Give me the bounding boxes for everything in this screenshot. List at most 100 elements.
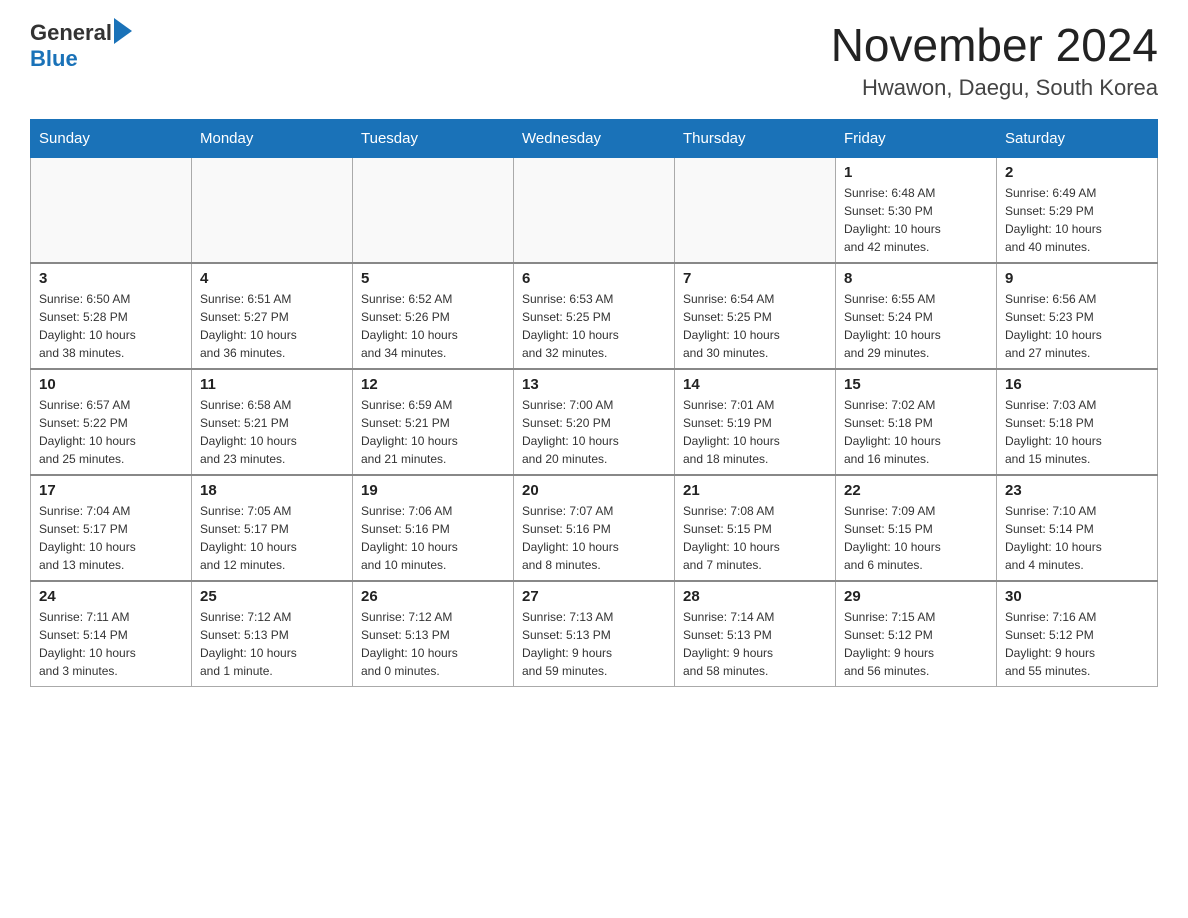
day-number: 3 <box>39 270 183 287</box>
calendar-cell <box>353 157 514 263</box>
day-info: Sunrise: 7:14 AM Sunset: 5:13 PM Dayligh… <box>683 608 827 680</box>
day-number: 15 <box>844 376 988 393</box>
day-number: 23 <box>1005 482 1149 499</box>
calendar-cell: 21 Sunrise: 7:08 AM Sunset: 5:15 PM Dayli… <box>675 475 836 581</box>
calendar-cell: 29Sunrise: 7:15 AM Sunset: 5:12 PM Dayli… <box>836 581 997 687</box>
day-info: Sunrise: 7:12 AM Sunset: 5:13 PM Dayligh… <box>200 608 344 680</box>
day-number: 12 <box>361 376 505 393</box>
day-info: Sunrise: 6:58 AM Sunset: 5:21 PM Dayligh… <box>200 396 344 468</box>
calendar-cell: 4 Sunrise: 6:51 AM Sunset: 5:27 PM Daylig… <box>192 263 353 369</box>
day-number: 28 <box>683 588 827 605</box>
weekday-header-wednesday: Wednesday <box>514 119 675 157</box>
weekday-header-thursday: Thursday <box>675 119 836 157</box>
calendar-cell: 17 Sunrise: 7:04 AM Sunset: 5:17 PM Dayli… <box>31 475 192 581</box>
day-info: Sunrise: 6:52 AM Sunset: 5:26 PM Dayligh… <box>361 290 505 362</box>
calendar-cell: 3Sunrise: 6:50 AM Sunset: 5:28 PM Daylig… <box>31 263 192 369</box>
weekday-header-friday: Friday <box>836 119 997 157</box>
day-info: Sunrise: 7:10 AM Sunset: 5:14 PM Dayligh… <box>1005 502 1149 574</box>
calendar-cell: 12 Sunrise: 6:59 AM Sunset: 5:21 PM Dayli… <box>353 369 514 475</box>
day-info: Sunrise: 7:05 AM Sunset: 5:17 PM Dayligh… <box>200 502 344 574</box>
day-info: Sunrise: 6:56 AM Sunset: 5:23 PM Dayligh… <box>1005 290 1149 362</box>
calendar-cell: 14Sunrise: 7:01 AM Sunset: 5:19 PM Dayli… <box>675 369 836 475</box>
title-area: November 2024 Hwawon, Daegu, South Korea <box>831 20 1158 101</box>
day-number: 22 <box>844 482 988 499</box>
calendar-cell: 23 Sunrise: 7:10 AM Sunset: 5:14 PM Dayli… <box>997 475 1158 581</box>
calendar-cell: 13 Sunrise: 7:00 AM Sunset: 5:20 PM Dayli… <box>514 369 675 475</box>
week-row-5: 24 Sunrise: 7:11 AM Sunset: 5:14 PM Dayli… <box>31 581 1158 687</box>
day-info: Sunrise: 6:53 AM Sunset: 5:25 PM Dayligh… <box>522 290 666 362</box>
day-info: Sunrise: 6:57 AM Sunset: 5:22 PM Dayligh… <box>39 396 183 468</box>
day-number: 5 <box>361 270 505 287</box>
calendar-cell: 25 Sunrise: 7:12 AM Sunset: 5:13 PM Dayli… <box>192 581 353 687</box>
day-number: 13 <box>522 376 666 393</box>
day-number: 19 <box>361 482 505 499</box>
day-number: 27 <box>522 588 666 605</box>
calendar-cell: 15 Sunrise: 7:02 AM Sunset: 5:18 PM Dayli… <box>836 369 997 475</box>
weekday-header-tuesday: Tuesday <box>353 119 514 157</box>
calendar-cell: 7 Sunrise: 6:54 AM Sunset: 5:25 PM Daylig… <box>675 263 836 369</box>
week-row-1: 1 Sunrise: 6:48 AM Sunset: 5:30 PM Daylig… <box>31 157 1158 263</box>
calendar-cell: 19 Sunrise: 7:06 AM Sunset: 5:16 PM Dayli… <box>353 475 514 581</box>
day-number: 7 <box>683 270 827 287</box>
day-info: Sunrise: 7:04 AM Sunset: 5:17 PM Dayligh… <box>39 502 183 574</box>
weekday-header-sunday: Sunday <box>31 119 192 157</box>
calendar-cell <box>31 157 192 263</box>
day-number: 24 <box>39 588 183 605</box>
header: General Blue November 2024 Hwawon, Daegu… <box>30 20 1158 101</box>
calendar-cell: 30Sunrise: 7:16 AM Sunset: 5:12 PM Dayli… <box>997 581 1158 687</box>
day-info: Sunrise: 7:09 AM Sunset: 5:15 PM Dayligh… <box>844 502 988 574</box>
week-row-4: 17 Sunrise: 7:04 AM Sunset: 5:17 PM Dayli… <box>31 475 1158 581</box>
calendar-cell: 11 Sunrise: 6:58 AM Sunset: 5:21 PM Dayli… <box>192 369 353 475</box>
calendar-cell: 1 Sunrise: 6:48 AM Sunset: 5:30 PM Daylig… <box>836 157 997 263</box>
weekday-header-saturday: Saturday <box>997 119 1158 157</box>
day-number: 4 <box>200 270 344 287</box>
logo-flag-icon <box>114 18 132 44</box>
day-number: 30 <box>1005 588 1149 605</box>
calendar-title: November 2024 <box>831 20 1158 71</box>
logo-general-text: General <box>30 20 112 46</box>
day-info: Sunrise: 7:02 AM Sunset: 5:18 PM Dayligh… <box>844 396 988 468</box>
day-info: Sunrise: 7:06 AM Sunset: 5:16 PM Dayligh… <box>361 502 505 574</box>
day-info: Sunrise: 7:15 AM Sunset: 5:12 PM Dayligh… <box>844 608 988 680</box>
weekday-header-row: SundayMondayTuesdayWednesdayThursdayFrid… <box>31 119 1158 157</box>
day-info: Sunrise: 6:51 AM Sunset: 5:27 PM Dayligh… <box>200 290 344 362</box>
day-number: 17 <box>39 482 183 499</box>
day-info: Sunrise: 7:11 AM Sunset: 5:14 PM Dayligh… <box>39 608 183 680</box>
day-number: 25 <box>200 588 344 605</box>
calendar-cell: 26 Sunrise: 7:12 AM Sunset: 5:13 PM Dayli… <box>353 581 514 687</box>
calendar-cell: 20Sunrise: 7:07 AM Sunset: 5:16 PM Dayli… <box>514 475 675 581</box>
day-info: Sunrise: 7:12 AM Sunset: 5:13 PM Dayligh… <box>361 608 505 680</box>
day-info: Sunrise: 6:55 AM Sunset: 5:24 PM Dayligh… <box>844 290 988 362</box>
calendar-cell <box>192 157 353 263</box>
calendar-cell: 24 Sunrise: 7:11 AM Sunset: 5:14 PM Dayli… <box>31 581 192 687</box>
day-number: 21 <box>683 482 827 499</box>
day-number: 26 <box>361 588 505 605</box>
day-number: 8 <box>844 270 988 287</box>
day-number: 10 <box>39 376 183 393</box>
calendar-table: SundayMondayTuesdayWednesdayThursdayFrid… <box>30 119 1158 687</box>
calendar-cell: 16 Sunrise: 7:03 AM Sunset: 5:18 PM Dayli… <box>997 369 1158 475</box>
day-info: Sunrise: 7:08 AM Sunset: 5:15 PM Dayligh… <box>683 502 827 574</box>
day-info: Sunrise: 6:48 AM Sunset: 5:30 PM Dayligh… <box>844 184 988 256</box>
weekday-header-monday: Monday <box>192 119 353 157</box>
day-info: Sunrise: 7:00 AM Sunset: 5:20 PM Dayligh… <box>522 396 666 468</box>
day-number: 9 <box>1005 270 1149 287</box>
calendar-cell: 22 Sunrise: 7:09 AM Sunset: 5:15 PM Dayli… <box>836 475 997 581</box>
calendar-cell: 27Sunrise: 7:13 AM Sunset: 5:13 PM Dayli… <box>514 581 675 687</box>
calendar-cell <box>675 157 836 263</box>
day-info: Sunrise: 7:03 AM Sunset: 5:18 PM Dayligh… <box>1005 396 1149 468</box>
day-number: 6 <box>522 270 666 287</box>
day-number: 11 <box>200 376 344 393</box>
calendar-cell: 9 Sunrise: 6:56 AM Sunset: 5:23 PM Daylig… <box>997 263 1158 369</box>
calendar-cell: 10 Sunrise: 6:57 AM Sunset: 5:22 PM Dayli… <box>31 369 192 475</box>
day-number: 20 <box>522 482 666 499</box>
week-row-3: 10 Sunrise: 6:57 AM Sunset: 5:22 PM Dayli… <box>31 369 1158 475</box>
day-number: 18 <box>200 482 344 499</box>
calendar-cell <box>514 157 675 263</box>
day-number: 16 <box>1005 376 1149 393</box>
day-number: 1 <box>844 164 988 181</box>
day-info: Sunrise: 6:54 AM Sunset: 5:25 PM Dayligh… <box>683 290 827 362</box>
day-info: Sunrise: 6:59 AM Sunset: 5:21 PM Dayligh… <box>361 396 505 468</box>
calendar-cell: 18 Sunrise: 7:05 AM Sunset: 5:17 PM Dayli… <box>192 475 353 581</box>
calendar-cell: 5 Sunrise: 6:52 AM Sunset: 5:26 PM Daylig… <box>353 263 514 369</box>
